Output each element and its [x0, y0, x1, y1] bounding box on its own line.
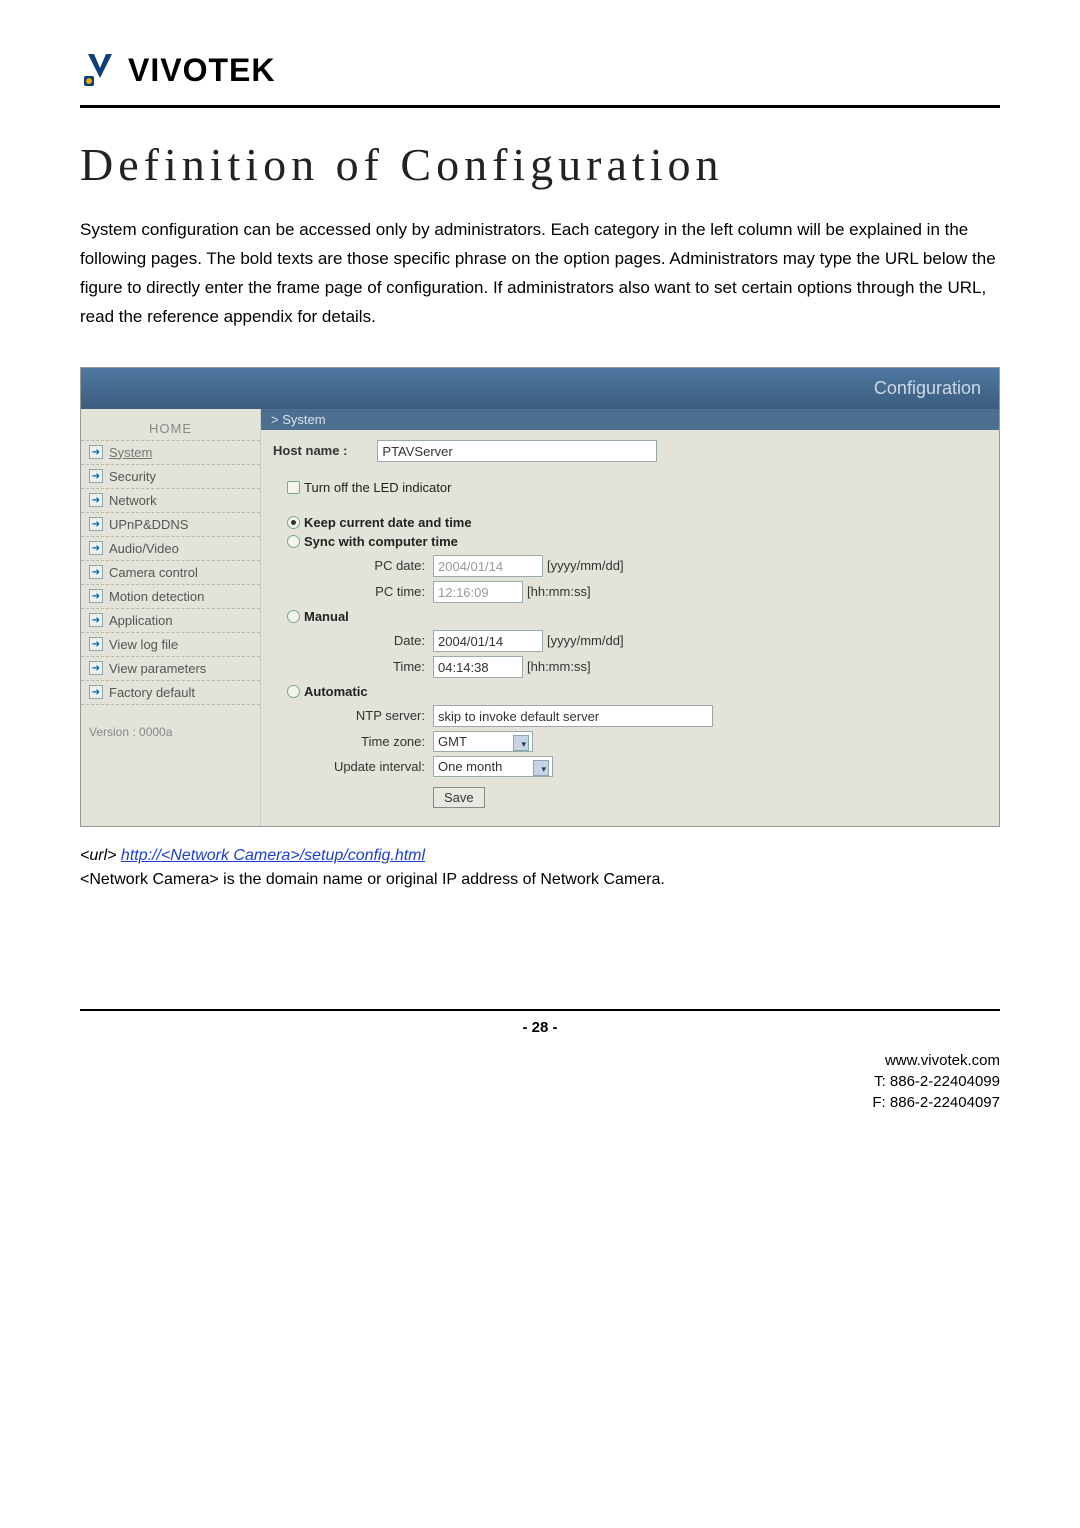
chevron-down-icon: ▾ — [541, 764, 546, 775]
chevron-down-icon: ▾ — [521, 739, 526, 750]
arrow-right-icon: ➔ — [89, 565, 103, 579]
url-line: <url> http://<Network Camera>/setup/conf… — [80, 847, 1000, 865]
config-url-link[interactable]: http://<Network Camera>/setup/config.htm… — [121, 847, 425, 864]
tz-label: Time zone: — [273, 734, 433, 749]
ntp-label: NTP server: — [273, 708, 433, 723]
sidebar-item-label: UPnP&DDNS — [109, 517, 188, 532]
pctime-input[interactable]: 12:16:09 — [433, 581, 523, 603]
sidebar-item-application[interactable]: ➔ Application — [81, 608, 260, 632]
arrow-right-icon: ➔ — [89, 493, 103, 507]
arrow-right-icon: ➔ — [89, 517, 103, 531]
sidebar-item-security[interactable]: ➔ Security — [81, 464, 260, 488]
sidebar-item-viewlog[interactable]: ➔ View log file — [81, 632, 260, 656]
sidebar-item-motiondetection[interactable]: ➔ Motion detection — [81, 584, 260, 608]
hostname-label: Host name : — [273, 443, 377, 458]
opt-sync-label: Sync with computer time — [304, 534, 458, 549]
opt-auto-label: Automatic — [304, 684, 368, 699]
arrow-right-icon: ➔ — [89, 445, 103, 459]
sidebar-item-label: Motion detection — [109, 589, 204, 604]
upd-value: One month — [438, 759, 502, 774]
arrow-right-icon: ➔ — [89, 685, 103, 699]
pcdate-label: PC date: — [273, 558, 433, 573]
panel-title: Configuration — [81, 368, 999, 409]
radio-sync-computer[interactable] — [287, 535, 300, 548]
led-label: Turn off the LED indicator — [304, 480, 451, 495]
breadcrumb: > System — [261, 409, 999, 430]
sidebar-item-factorydefault[interactable]: ➔ Factory default — [81, 680, 260, 705]
footer-fax: F: 886-2-22404097 — [80, 1092, 1000, 1113]
opt-keep-label: Keep current date and time — [304, 515, 472, 530]
url-note: <Network Camera> is the domain name or o… — [80, 871, 1000, 889]
sidebar-item-label: Camera control — [109, 565, 198, 580]
radio-keep-current[interactable] — [287, 516, 300, 529]
brand-logo: VIVOTEK — [80, 50, 1000, 90]
arrow-right-icon: ➔ — [89, 637, 103, 651]
sidebar-item-label: System — [109, 445, 152, 460]
sidebar-item-label: Application — [109, 613, 173, 628]
radio-manual[interactable] — [287, 610, 300, 623]
pctime-label: PC time: — [273, 584, 433, 599]
sidebar-item-audiovideo[interactable]: ➔ Audio/Video — [81, 536, 260, 560]
sidebar-item-label: Network — [109, 493, 157, 508]
hostname-input[interactable]: PTAVServer — [377, 440, 657, 462]
arrow-right-icon: ➔ — [89, 469, 103, 483]
arrow-right-icon: ➔ — [89, 661, 103, 675]
pctime-hint: [hh:mm:ss] — [527, 584, 591, 599]
arrow-right-icon: ➔ — [89, 541, 103, 555]
led-checkbox[interactable] — [287, 481, 300, 494]
arrow-right-icon: ➔ — [89, 589, 103, 603]
footer: www.vivotek.com T: 886-2-22404099 F: 886… — [80, 1050, 1000, 1113]
ntp-input[interactable]: skip to invoke default server — [433, 705, 713, 727]
opt-manual-label: Manual — [304, 609, 349, 624]
version-text: Version : 0000a — [81, 705, 260, 759]
mtime-label: Time: — [273, 659, 433, 674]
page-number: - 28 - — [80, 1019, 1000, 1036]
mtime-input[interactable]: 04:14:38 — [433, 656, 523, 678]
upd-label: Update interval: — [273, 759, 433, 774]
save-button[interactable]: Save — [433, 787, 485, 808]
upd-select[interactable]: One month ▾ — [433, 756, 553, 777]
sidebar-item-network[interactable]: ➔ Network — [81, 488, 260, 512]
vivotek-mark-icon — [80, 50, 120, 90]
sidebar-item-label: Security — [109, 469, 156, 484]
sidebar-item-cameracontrol[interactable]: ➔ Camera control — [81, 560, 260, 584]
sidebar-item-viewparams[interactable]: ➔ View parameters — [81, 656, 260, 680]
sidebar-item-label: Audio/Video — [109, 541, 179, 556]
sidebar-item-label: View log file — [109, 637, 178, 652]
mdate-label: Date: — [273, 633, 433, 648]
config-form: > System Host name : PTAVServer Turn off… — [261, 409, 999, 826]
tz-value: GMT — [438, 734, 467, 749]
sidebar-item-label: View parameters — [109, 661, 206, 676]
pcdate-hint: [yyyy/mm/dd] — [547, 558, 624, 573]
tz-select[interactable]: GMT ▾ — [433, 731, 533, 752]
arrow-right-icon: ➔ — [89, 613, 103, 627]
mdate-hint: [yyyy/mm/dd] — [547, 633, 624, 648]
intro-paragraph: System configuration can be accessed onl… — [80, 216, 1000, 332]
page-title: Definition of Configuration — [80, 138, 1000, 191]
sidebar-home[interactable]: HOME — [81, 417, 260, 440]
sidebar-item-upnpddns[interactable]: ➔ UPnP&DDNS — [81, 512, 260, 536]
mtime-hint: [hh:mm:ss] — [527, 659, 591, 674]
pcdate-input[interactable]: 2004/01/14 — [433, 555, 543, 577]
footer-rule — [80, 1009, 1000, 1011]
header-rule — [80, 105, 1000, 108]
config-screenshot: Configuration HOME ➔ System ➔ Security ➔… — [80, 367, 1000, 827]
sidebar: HOME ➔ System ➔ Security ➔ Network ➔ UPn… — [81, 409, 261, 826]
brand-name: VIVOTEK — [128, 52, 275, 89]
footer-site: www.vivotek.com — [80, 1050, 1000, 1071]
radio-automatic[interactable] — [287, 685, 300, 698]
footer-tel: T: 886-2-22404099 — [80, 1071, 1000, 1092]
mdate-input[interactable]: 2004/01/14 — [433, 630, 543, 652]
url-prefix: <url> — [80, 847, 121, 864]
sidebar-item-system[interactable]: ➔ System — [81, 440, 260, 464]
sidebar-item-label: Factory default — [109, 685, 195, 700]
